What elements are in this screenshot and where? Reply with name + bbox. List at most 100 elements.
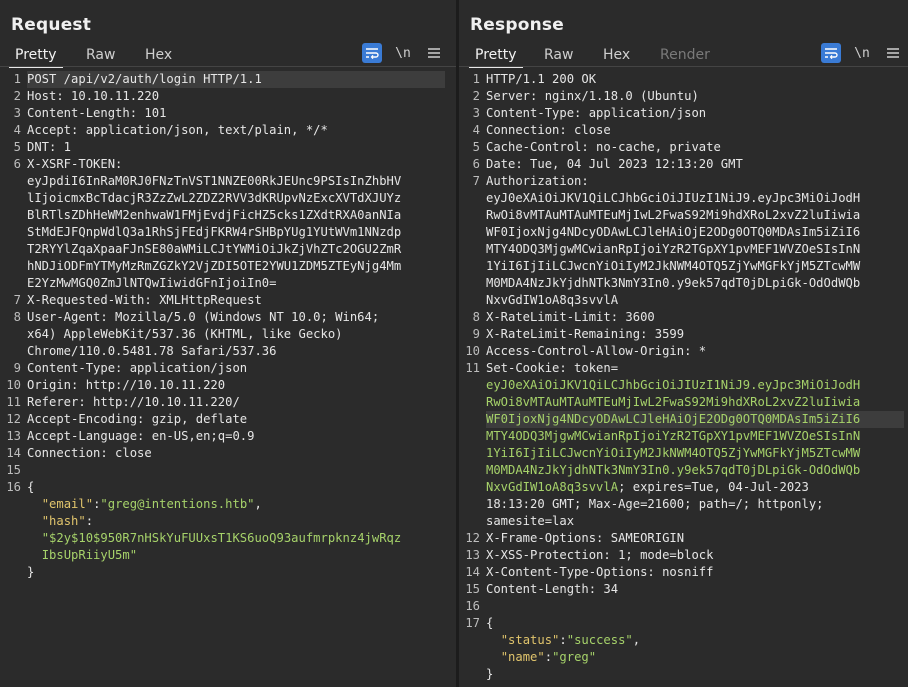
- response-title: Response: [470, 15, 564, 35]
- code-line: NxvGdIW1oA8q3svvlA: [486, 293, 619, 307]
- line-number: 3: [472, 106, 480, 120]
- newline-toggle[interactable]: \n: [393, 43, 413, 63]
- json-key: "hash": [41, 514, 86, 528]
- code-line: T2RYYlZqaXpaaFJnSE80aWMiLCJtYWMiOiJkZjVh…: [27, 242, 402, 256]
- line-number: 6: [472, 157, 480, 171]
- json-line: "$2y$10$950R7nHSkYuFUUxsT1KS6uoQ93aufmrp…: [27, 530, 402, 547]
- tab-pretty[interactable]: Pretty: [9, 44, 63, 68]
- json-key: "name": [500, 650, 545, 664]
- tab-raw[interactable]: Raw: [538, 44, 579, 66]
- word-wrap-icon[interactable]: [821, 43, 841, 63]
- code-line: Connection: close: [486, 123, 611, 137]
- code-line: RwOi8vMTAuMTAuMTEuMjIwL2FwaS92Mi9hdXRoL2…: [486, 208, 861, 222]
- json-line: IbsUpRiiyU5m": [27, 547, 137, 564]
- cookie-attrs: ; expires=Tue, 04-Jul-2023: [618, 480, 809, 494]
- request-pane: Request Pretty Raw Hex \n 1 POST /api/v2/…: [0, 0, 456, 687]
- line-number: 7: [472, 174, 480, 188]
- line-number: 16: [465, 599, 480, 613]
- line-number: 12: [465, 531, 480, 545]
- line-number: 13: [465, 548, 480, 562]
- tab-render[interactable]: Render: [654, 44, 716, 66]
- code-line: {: [486, 616, 494, 630]
- code-line: Cache-Control: no-cache, private: [486, 140, 721, 154]
- cookie-line: samesite=lax: [486, 514, 575, 528]
- code-line: lIjoicmxBcTdacjR3ZzZwL2ZDZ2RVV3dKRUpvNzE…: [27, 191, 402, 205]
- tab-underline-bar: [459, 66, 908, 67]
- json-line: "name":"greg": [500, 650, 597, 664]
- hamburger-menu-icon[interactable]: [424, 43, 444, 63]
- cookie-token: M0MDA4NzJkYjdhNTk3NmY3In0.y9ek57qdT0jDLp…: [486, 463, 861, 477]
- code-line: X-Content-Type-Options: nosniff: [486, 565, 714, 579]
- line-number: 14: [465, 565, 480, 579]
- json-line: "status":"success",: [500, 633, 641, 647]
- code-line: Access-Control-Allow-Origin: *: [486, 344, 707, 358]
- code-line: Host: 10.10.11.220: [27, 89, 160, 103]
- json-line: }: [486, 667, 494, 681]
- line-number: 16: [6, 480, 21, 494]
- code-line: Content-Type: application/json: [27, 361, 248, 375]
- json-line: }: [27, 565, 35, 579]
- line-number: 6: [13, 157, 21, 171]
- json-line: "hash":: [41, 514, 94, 528]
- tab-hex[interactable]: Hex: [139, 44, 178, 66]
- line-number: 1: [472, 72, 480, 86]
- tab-hex[interactable]: Hex: [597, 44, 636, 66]
- cookie-token: 1YiI6IjIiLCJwcnYiOiIyM2JkNWM4OTQ5ZjYwMGF…: [486, 446, 861, 460]
- code-line: Chrome/110.0.5481.78 Safari/537.36: [27, 344, 277, 358]
- json-value: "greg": [552, 650, 597, 664]
- code-line: X-XSRF-TOKEN:: [27, 157, 123, 171]
- code-line: Connection: close: [27, 446, 152, 460]
- code-line: x64) AppleWebKit/537.36 (KHTML, like Gec…: [27, 327, 343, 341]
- cookie-token: RwOi8vMTAuMTAuMTEuMjIwL2FwaS92Mi9hdXRoL2…: [486, 395, 861, 409]
- line-number: 8: [472, 310, 480, 324]
- code-line: Date: Tue, 04 Jul 2023 12:13:20 GMT: [486, 157, 743, 171]
- line-number: 7: [13, 293, 21, 307]
- line-number: 4: [472, 123, 480, 137]
- line-number: 4: [13, 123, 21, 137]
- code-line: Accept: application/json, text/plain, */…: [27, 123, 328, 137]
- json-value: IbsUpRiiyU5m": [41, 548, 138, 562]
- cookie-token: MTY4ODQ3MjgwMCwianRpIjoiYzR2TGpXY1pvMEF1…: [486, 429, 861, 443]
- tab-pretty[interactable]: Pretty: [469, 44, 523, 68]
- line-number: 8: [13, 310, 21, 324]
- cookie-line: M0MDA4NzJkYjdhNTk3NmY3In0.y9ek57qdT0jDLp…: [486, 462, 860, 479]
- code-line: {: [27, 480, 35, 494]
- code-line: 1YiI6IjIiLCJwcnYiOiIyM2JkNWM4OTQ5ZjYwMGF…: [486, 259, 861, 273]
- code-line: eyJpdiI6InRaM0RJ0FNzTnVST1NNZE00RkJEUnc9…: [27, 174, 402, 188]
- code-line: Content-Type: application/json: [486, 106, 707, 120]
- line-number: 17: [465, 616, 480, 630]
- word-wrap-icon[interactable]: [362, 43, 382, 63]
- newline-toggle[interactable]: \n: [852, 43, 872, 63]
- cookie-line: 18:13:20 GMT; Max-Age=21600; path=/; htt…: [486, 497, 824, 511]
- code-line: Content-Length: 101: [27, 106, 167, 120]
- line-number: 2: [472, 89, 480, 103]
- json-value: "greg@intentions.htb": [100, 497, 255, 511]
- code-line: Referer: http://10.10.11.220/: [27, 395, 240, 409]
- code-line: MTY4ODQ3MjgwMCwianRpIjoiYzR2TGpXY1pvMEF1…: [486, 242, 861, 256]
- hamburger-menu-icon[interactable]: [883, 43, 903, 63]
- line-number: 9: [13, 361, 21, 375]
- cookie-line: 1YiI6IjIiLCJwcnYiOiIyM2JkNWM4OTQ5ZjYwMGF…: [486, 445, 860, 462]
- code-line: X-Requested-With: XMLHttpRequest: [27, 293, 262, 307]
- line-number: 1: [13, 72, 21, 86]
- code-line: E2YzMwMGQ0ZmJlNTQwIiwidGFnIjoiIn0=: [27, 276, 277, 290]
- code-line: User-Agent: Mozilla/5.0 (Windows NT 10.0…: [27, 310, 380, 324]
- line-number: 10: [465, 344, 480, 358]
- code-line: M0MDA4NzJkYjdhNTk3NmY3In0.y9ek57qdT0jDLp…: [486, 276, 861, 290]
- cookie-token: WF0IjoxNjg4NDcyODAwLCJleHAiOjE2ODg0OTQ0M…: [486, 412, 861, 426]
- line-number: 9: [472, 327, 480, 341]
- tab-raw[interactable]: Raw: [80, 44, 121, 66]
- json-value: "success": [566, 633, 633, 647]
- code-line: POST /api/v2/auth/login HTTP/1.1: [27, 72, 262, 86]
- line-number: 11: [465, 361, 480, 375]
- json-key: "status": [500, 633, 560, 647]
- code-line: hNDJiODFmYTMyMzRmZGZkY2VjZDI5OTE2YWU1ZDM…: [27, 259, 402, 273]
- line-number: 15: [465, 582, 480, 596]
- code-line: X-RateLimit-Limit: 3600: [486, 310, 655, 324]
- code-line: Content-Length: 34: [486, 582, 619, 596]
- code-line: eyJ0eXAiOiJKV1QiLCJhbGciOiJIUzI1NiJ9.eyJ…: [486, 191, 861, 205]
- code-line: Accept-Language: en-US,en;q=0.9: [27, 429, 255, 443]
- code-line: X-XSS-Protection: 1; mode=block: [486, 548, 714, 562]
- line-number: 11: [6, 395, 21, 409]
- cookie-line: NxvGdIW1oA8q3svvlA; expires=Tue, 04-Jul-…: [486, 479, 809, 496]
